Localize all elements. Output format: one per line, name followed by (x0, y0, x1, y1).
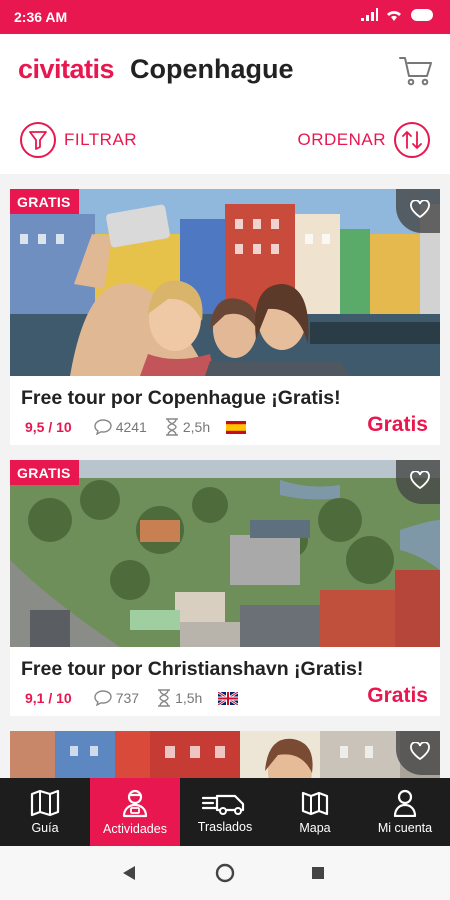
comment-icon (94, 419, 112, 435)
nav-traslados[interactable]: Traslados (180, 778, 270, 846)
price: Gratis (367, 684, 428, 707)
sort-arrows-icon (402, 131, 422, 149)
heart-icon (410, 471, 430, 489)
free-badge: GRATIS (10, 460, 79, 485)
recents-icon[interactable] (311, 866, 325, 880)
status-bar: 2:36 AM (0, 0, 450, 34)
shopping-cart-icon[interactable] (398, 52, 434, 88)
back-icon[interactable] (122, 865, 136, 881)
hourglass-icon (158, 689, 171, 707)
bottom-navigation: Guía Actividades Traslados Mapa Mi cuent… (0, 778, 450, 846)
duration: 1,5h (175, 690, 203, 706)
activity-card[interactable]: GRATIS Free tour por Christianshavn ¡Gra… (10, 460, 440, 716)
review-count: 4241 (115, 419, 147, 435)
wifi-icon (387, 11, 401, 21)
comment-icon (94, 690, 112, 706)
heart-icon (410, 742, 430, 760)
nav-actividades[interactable]: Actividades (90, 778, 180, 846)
nav-label: Mi cuenta (377, 821, 433, 835)
activity-meta: 9,1 / 10 737 1,5h (25, 689, 239, 707)
activity-title[interactable]: Free tour por Copenhague ¡Gratis! (21, 387, 341, 410)
activity-card[interactable] (10, 731, 440, 778)
nav-label: Mapa (299, 821, 331, 835)
nav-mapa[interactable]: Mapa (270, 778, 360, 846)
nav-label: Actividades (103, 822, 167, 836)
nyhavn-selfie-photo (10, 189, 440, 376)
map-book-icon (30, 789, 60, 817)
activity-meta: 9,5 / 10 4241 2,5h (25, 418, 247, 436)
home-icon[interactable] (215, 863, 235, 883)
sort-label: ORDENAR (297, 130, 386, 149)
canal-houses-photo (10, 731, 440, 778)
free-badge: GRATIS (10, 189, 79, 214)
guide-person-icon (122, 789, 148, 818)
activity-image[interactable]: GRATIS (10, 460, 440, 647)
activity-card[interactable]: GRATIS Free tour por Copenhague ¡Gratis!… (10, 189, 440, 445)
battery-icon (411, 9, 433, 21)
sort-icon-circle (394, 122, 430, 158)
user-icon (393, 789, 417, 817)
rating: 9,5 / 10 (25, 419, 72, 435)
signal-icon (361, 8, 378, 21)
map-icon (301, 791, 329, 816)
rating: 9,1 / 10 (25, 690, 72, 706)
system-navigation-bar (0, 846, 450, 900)
status-icons (360, 8, 436, 22)
hourglass-icon (165, 418, 178, 436)
flag-uk-icon (218, 691, 239, 705)
car-transfer-icon (201, 794, 245, 815)
activity-list[interactable]: GRATIS Free tour por Copenhague ¡Gratis!… (0, 174, 450, 778)
review-count: 737 (115, 690, 140, 706)
sort-button[interactable]: ORDENAR (297, 122, 430, 158)
duration: 2,5h (182, 419, 211, 435)
filter-icon-circle (20, 122, 56, 158)
nav-guia[interactable]: Guía (0, 778, 90, 846)
price: Gratis (367, 413, 428, 436)
christianshavn-aerial-photo (10, 460, 440, 647)
nav-label: Traslados (197, 820, 253, 834)
page-title: Copenhague (130, 54, 294, 84)
activity-title[interactable]: Free tour por Christianshavn ¡Gratis! (21, 658, 363, 681)
heart-icon (410, 200, 430, 218)
filter-button[interactable]: FILTRAR (20, 122, 137, 158)
app-header: civitatis Copenhague (0, 34, 450, 108)
filter-label: FILTRAR (64, 130, 138, 149)
activity-image[interactable]: GRATIS (10, 189, 440, 376)
brand-logo[interactable]: civitatis (18, 54, 115, 85)
nav-mi-cuenta[interactable]: Mi cuenta (360, 778, 450, 846)
filter-sort-bar: FILTRAR ORDENAR (0, 108, 450, 174)
status-time: 2:36 AM (14, 9, 68, 25)
activity-image[interactable] (10, 731, 440, 778)
funnel-icon (29, 131, 47, 150)
flag-spain-icon (226, 420, 247, 434)
nav-label: Guía (31, 821, 59, 835)
